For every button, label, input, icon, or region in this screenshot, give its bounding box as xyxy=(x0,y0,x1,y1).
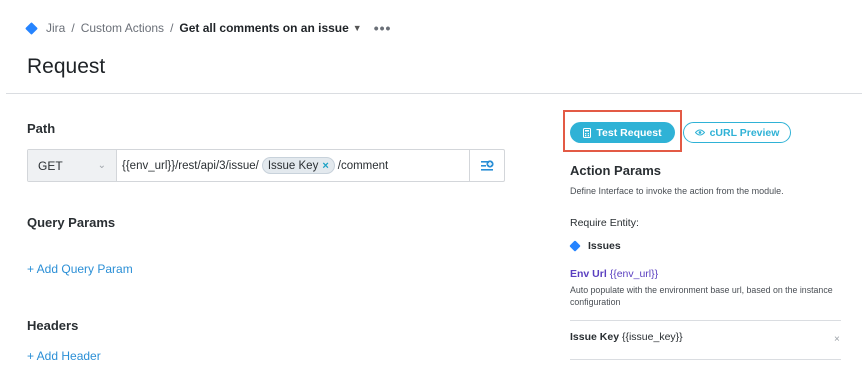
param-divider xyxy=(570,320,841,321)
curl-preview-label: cURL Preview xyxy=(709,126,780,139)
breadcrumb-custom-actions[interactable]: Custom Actions xyxy=(81,21,164,35)
breadcrumb: Jira / Custom Actions / Get all comments… xyxy=(25,20,392,36)
method-select[interactable]: GET ⌄ xyxy=(28,150,117,181)
eye-icon xyxy=(694,129,705,136)
path-prefix: {{env_url}}/rest/api/3/issue/ xyxy=(122,159,259,172)
curl-preview-button[interactable]: cURL Preview xyxy=(683,122,791,143)
close-icon[interactable]: × xyxy=(834,334,840,345)
path-label: Path xyxy=(27,121,56,136)
breadcrumb-separator: / xyxy=(71,21,75,35)
insert-variable-icon xyxy=(481,159,494,171)
page-title: Request xyxy=(27,55,106,78)
issue-key-variable: {{issue_key}} xyxy=(621,331,683,343)
test-request-label: Test Request xyxy=(596,126,662,139)
method-value: GET xyxy=(38,158,63,173)
insert-variable-button[interactable] xyxy=(469,150,504,181)
path-field: GET ⌄ {{env_url}}/rest/api/3/issue/ Issu… xyxy=(27,149,505,182)
test-request-button[interactable]: Test Request xyxy=(570,122,675,143)
query-params-label: Query Params xyxy=(27,215,116,230)
calculator-icon xyxy=(583,127,592,138)
breadcrumb-jira[interactable]: Jira xyxy=(46,21,65,35)
env-url-param: Env Url {{env_url}} xyxy=(570,268,658,280)
chip-remove-icon[interactable]: × xyxy=(322,160,328,172)
add-query-param-link[interactable]: + Add Query Param xyxy=(27,262,133,276)
entity-issues: Issues xyxy=(569,240,621,252)
more-horizontal-icon[interactable]: ••• xyxy=(374,20,392,36)
env-url-description: Auto populate with the environment base … xyxy=(570,285,833,307)
breadcrumb-separator: / xyxy=(170,21,174,35)
env-url-variable: {{env_url}} xyxy=(609,268,659,280)
chevron-down-icon: ⌄ xyxy=(97,160,106,171)
chip-label: Issue Key xyxy=(267,159,319,172)
param-divider xyxy=(570,359,841,360)
require-entity-label: Require Entity: xyxy=(570,217,639,229)
entity-label: Issues xyxy=(588,240,621,252)
jira-logo-icon xyxy=(569,240,581,252)
title-divider xyxy=(6,93,862,94)
add-header-link[interactable]: + Add Header xyxy=(27,349,101,363)
issue-key-param: Issue Key {{issue_key}} xyxy=(570,331,683,343)
jira-logo-icon xyxy=(25,21,38,35)
chevron-down-icon[interactable]: ▼ xyxy=(353,23,362,33)
path-suffix: /comment xyxy=(337,159,389,172)
action-params-description: Define Interface to invoke the action fr… xyxy=(570,186,784,196)
env-url-name: Env Url xyxy=(570,268,607,280)
issue-key-chip[interactable]: Issue Key × xyxy=(261,157,335,174)
action-params-title: Action Params xyxy=(570,163,662,178)
path-input[interactable]: {{env_url}}/rest/api/3/issue/ Issue Key … xyxy=(117,150,469,181)
breadcrumb-current-action[interactable]: Get all comments on an issue xyxy=(179,21,348,35)
issue-key-name: Issue Key xyxy=(570,331,620,343)
headers-label: Headers xyxy=(27,318,79,333)
